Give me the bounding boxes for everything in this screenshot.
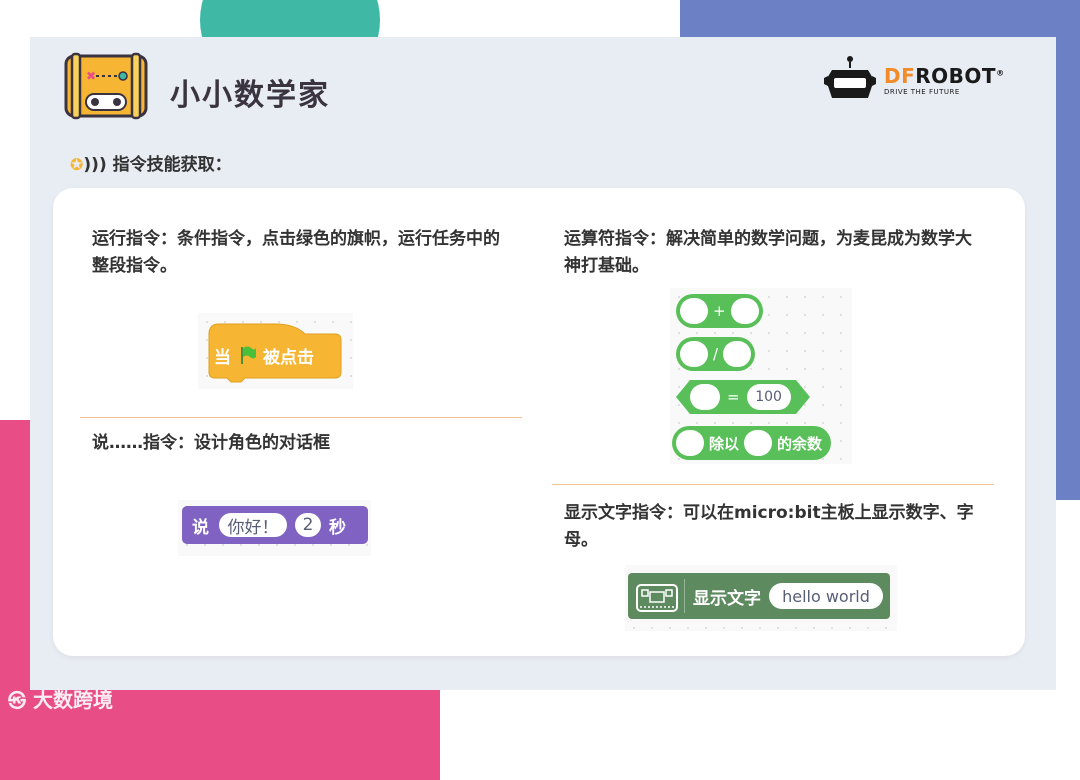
mod-right-input[interactable]	[744, 430, 773, 456]
divide-symbol: /	[713, 345, 719, 363]
svg-text:✖: ✖	[86, 69, 96, 83]
run-command-description: 运行指令：条件指令，点击绿色的旗帜，运行任务中的整段指令。	[92, 229, 500, 276]
watermark: ㉿ 大数跨境	[8, 684, 113, 713]
brand-suffix: ROBOT	[915, 64, 997, 88]
divide-left-input[interactable]	[680, 341, 708, 367]
game-map-icon: ✖	[64, 52, 148, 120]
add-operator-block: +	[676, 294, 763, 328]
when-label: 当	[214, 347, 231, 368]
divider-left	[80, 417, 522, 418]
green-flag-icon	[241, 346, 256, 364]
add-right-input[interactable]	[730, 298, 759, 324]
when-flag-clicked-block: 当 被点击	[214, 340, 314, 370]
block-separator	[684, 579, 685, 613]
operators-description: 运算符指令：解决简单的数学问题，为麦昆成为数学大神打基础。	[564, 229, 972, 276]
microbit-board-icon	[636, 584, 678, 612]
clicked-label: 被点击	[263, 347, 314, 368]
robot-head-icon	[824, 56, 876, 98]
display-text-label: 显示文字	[693, 588, 761, 609]
display-text-input[interactable]: hello world	[769, 583, 883, 609]
equals-left-input[interactable]	[690, 384, 720, 410]
say-seconds-input[interactable]: 2	[295, 513, 321, 537]
page-title: 小小数学家	[170, 78, 330, 113]
add-left-input[interactable]	[680, 298, 708, 324]
mod-label: 除以	[709, 434, 740, 453]
say-command-description: 说……指令：设计角色的对话框	[92, 433, 330, 453]
section-heading: ✪))) 指令技能获取：	[70, 150, 232, 175]
divide-right-input[interactable]	[723, 341, 752, 367]
seconds-label: 秒	[329, 517, 346, 538]
brand-registered: ®	[996, 68, 1005, 78]
star-icon: ✪	[70, 155, 84, 174]
brand-name: DFROBOT®	[884, 64, 1005, 88]
display-text-description: 显示文字指令：可以在micro:bit主板上显示数字、字母。	[564, 503, 974, 550]
equals-operator-block: = 100	[690, 384, 791, 410]
divide-operator-block: /	[676, 337, 756, 371]
equals-symbol: =	[727, 388, 740, 406]
say-label: 说	[192, 517, 209, 538]
mod-suffix: 的余数	[777, 434, 823, 453]
watermark-text: 大数跨境	[32, 688, 113, 712]
sound-waves-icon: )))	[83, 155, 107, 175]
brand-prefix: DF	[884, 64, 916, 88]
section-heading-text: 指令技能获取：	[112, 155, 232, 175]
mod-left-input[interactable]	[676, 430, 704, 456]
display-text-block: 显示文字 hello world	[628, 573, 890, 619]
divider-right	[552, 484, 994, 485]
say-block: 说 你好！ 2 秒	[182, 506, 368, 544]
mod-operator-block: 除以 的余数	[672, 426, 832, 460]
plus-symbol: +	[713, 302, 726, 320]
brand-logo: DFROBOT® DRIVE THE FUTURE	[822, 54, 1032, 106]
equals-right-input[interactable]: 100	[746, 384, 791, 410]
watermark-logo-icon: ㉿	[8, 691, 26, 712]
brand-tagline: DRIVE THE FUTURE	[884, 88, 960, 96]
say-text-input[interactable]: 你好！	[219, 513, 287, 538]
